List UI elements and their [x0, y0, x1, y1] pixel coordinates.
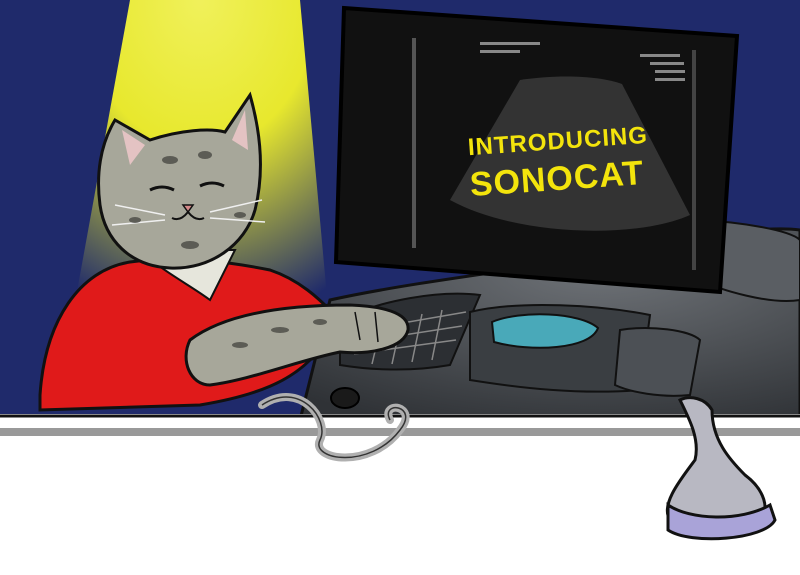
console-knob	[330, 387, 360, 409]
sonocat-illustration	[0, 0, 800, 575]
screen-indicator-bar	[412, 38, 416, 248]
